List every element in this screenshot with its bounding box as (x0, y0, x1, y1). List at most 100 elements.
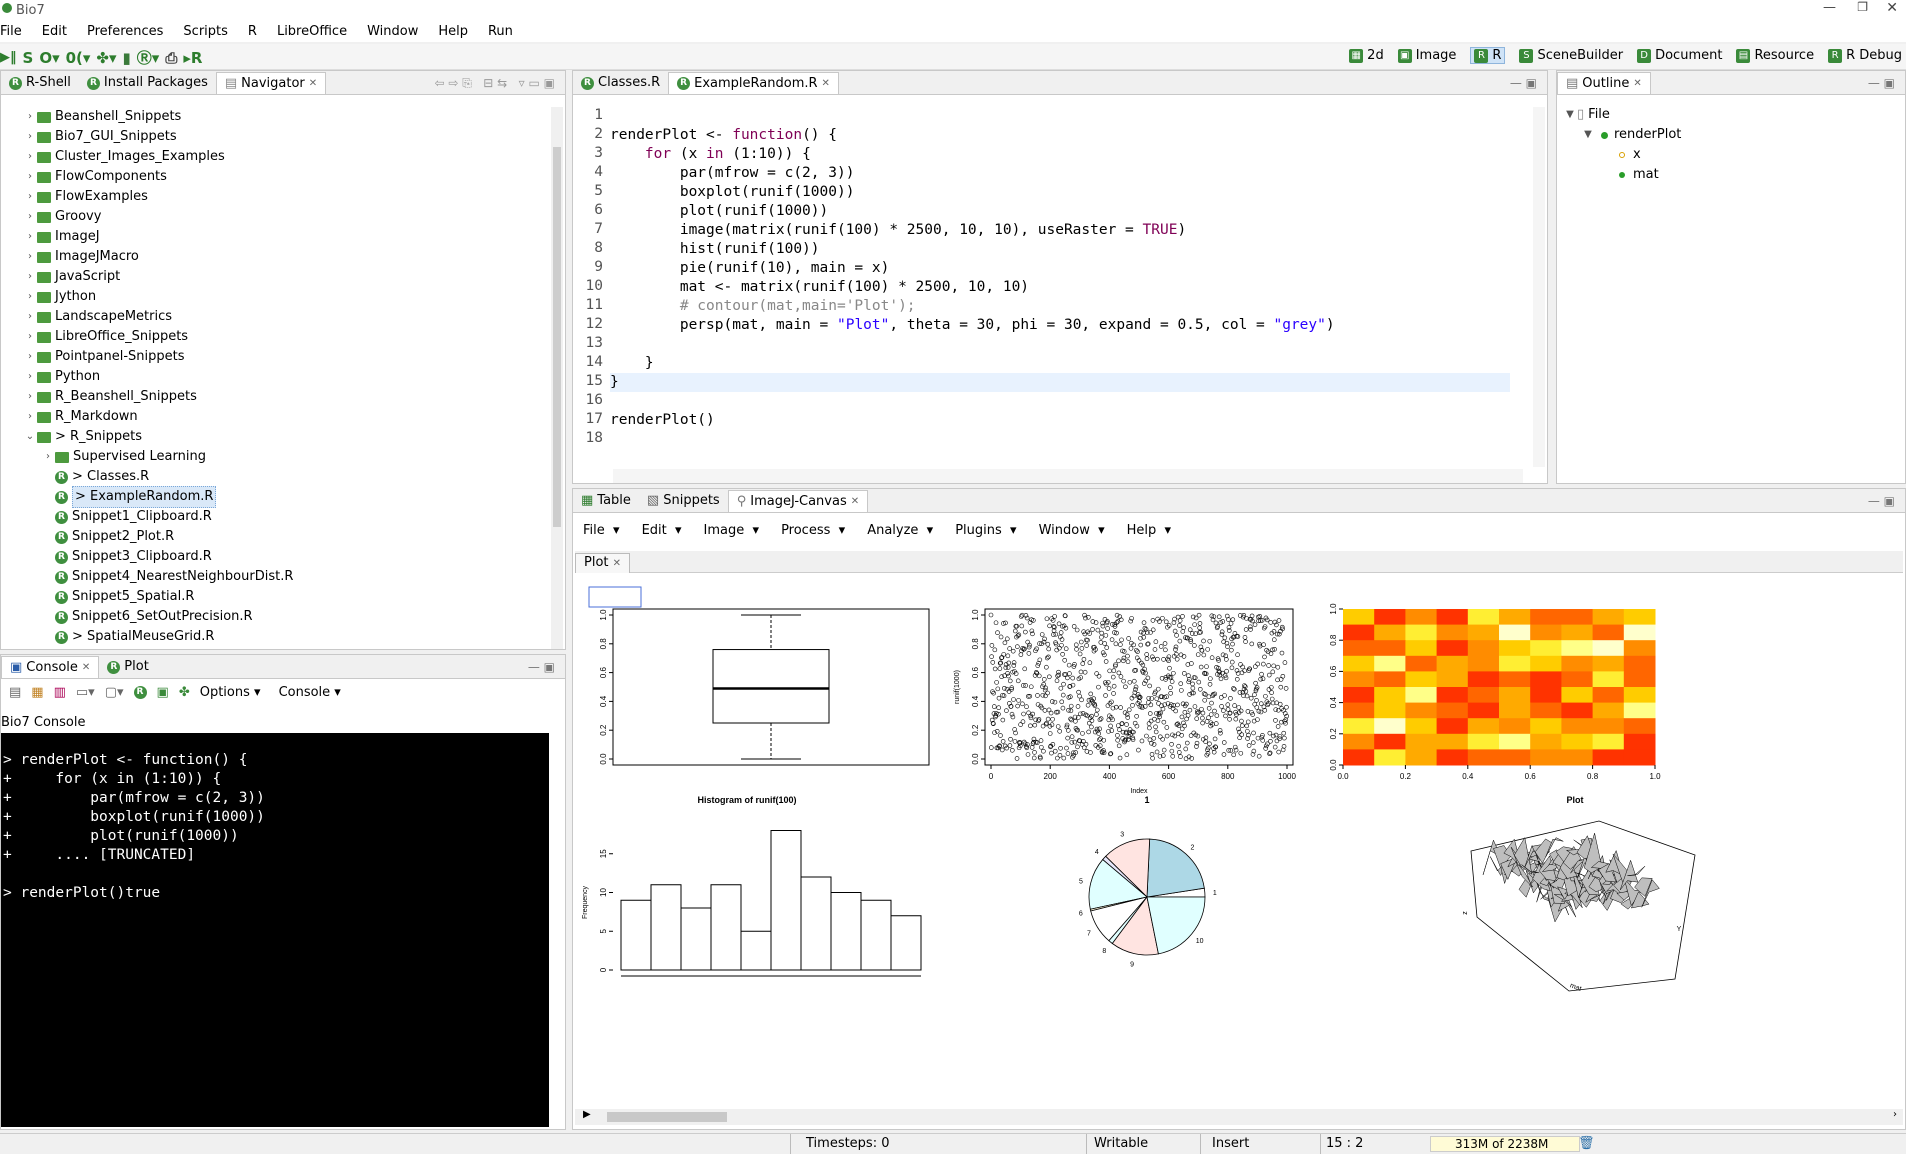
memory-indicator[interactable]: 313M of 2238M (1430, 1136, 1580, 1152)
console-output[interactable]: > renderPlot <- function() {+ for (x in … (1, 733, 549, 1127)
chevron-right-icon[interactable]: › (23, 287, 37, 307)
horizontal-scrollbar[interactable]: ▶ › (575, 1109, 1903, 1125)
chevron-down-icon[interactable]: ▼ (1581, 125, 1595, 145)
menu-r[interactable]: R (238, 22, 267, 42)
ij-menu-help[interactable]: Help ▾ (1127, 523, 1171, 538)
ij-menu-file[interactable]: File ▾ (583, 523, 620, 538)
file-item[interactable]: R > SpatialMeuseGrid.R (41, 627, 214, 645)
clover-icon[interactable]: ✤ (179, 685, 190, 700)
menu-window[interactable]: Window (357, 22, 428, 42)
chevron-right-icon[interactable]: › (23, 247, 37, 267)
ij-menu-plugins[interactable]: Plugins ▾ (955, 523, 1016, 538)
folder-item[interactable]: › Cluster_Images_Examples (23, 147, 225, 167)
vertical-scrollbar[interactable] (1533, 107, 1545, 467)
menu-preferences[interactable]: Preferences (77, 22, 173, 42)
scrollbar-thumb[interactable] (607, 1112, 727, 1122)
tab-outline[interactable]: ▤ Outline ✕ (1557, 72, 1651, 94)
outline-file[interactable]: ▼ ▯ File (1563, 105, 1610, 125)
chevron-right-icon[interactable]: › (23, 387, 37, 407)
minimize-icon[interactable]: — (1823, 0, 1836, 15)
tab-r-shell[interactable]: R R-Shell (1, 72, 79, 94)
file-item[interactable]: R Snippet2_Plot.R (41, 527, 174, 547)
horizontal-scrollbar[interactable] (613, 469, 1523, 483)
folder-item[interactable]: › Beanshell_Snippets (23, 107, 181, 127)
perspective-resource[interactable]: ▤ Resource (1736, 48, 1814, 63)
screen-icon[interactable]: ▭▾ (76, 685, 95, 700)
chevron-right-icon[interactable]: › (23, 147, 37, 167)
ij-menu-window[interactable]: Window ▾ (1039, 523, 1105, 538)
file-item[interactable]: R Snippet3_Clipboard.R (41, 547, 212, 567)
close-icon[interactable]: ✕ (309, 73, 317, 95)
scrollbar-thumb[interactable] (553, 147, 561, 527)
zero-icon[interactable]: O▾ (39, 49, 59, 67)
menu-file[interactable]: File (0, 22, 32, 42)
close-icon[interactable]: ✕ (822, 73, 830, 95)
page-icon[interactable]: ▮ (123, 49, 131, 67)
stop-icon[interactable]: S (23, 49, 34, 67)
close-icon[interactable]: ✕ (1886, 0, 1898, 16)
clear-icon[interactable]: ▤ (9, 685, 21, 700)
step-icon[interactable]: 0(▾ (66, 49, 91, 67)
outline-function[interactable]: ▼ renderPlot (1581, 125, 1681, 145)
perspective-2d[interactable]: ▦ 2d (1349, 48, 1384, 63)
terminal-icon[interactable]: ▣ (157, 685, 169, 700)
tab-snippets[interactable]: ▧ Snippets (639, 490, 728, 512)
close-icon[interactable]: ✕ (851, 491, 859, 513)
close-icon[interactable]: ✕ (82, 657, 90, 679)
tab-classes-r[interactable]: R Classes.R (573, 72, 668, 94)
folder-item[interactable]: › Jython (23, 287, 96, 307)
chevron-right-icon[interactable]: › (23, 327, 37, 347)
folder-item[interactable]: › R_Beanshell_Snippets (23, 387, 197, 407)
tab-console[interactable]: ▣ Console ✕ (1, 656, 100, 679)
chevron-right-icon[interactable]: › (23, 187, 37, 207)
scroll-left-icon[interactable]: ▶ (583, 1109, 591, 1120)
chevron-right-icon[interactable]: › (23, 127, 37, 147)
print-icon[interactable]: ⎙ (165, 49, 177, 67)
tab-imagej-canvas[interactable]: ⚲ ImageJ-Canvas ✕ (727, 490, 869, 513)
folder-item[interactable]: › ImageJ (23, 227, 100, 247)
tab-table[interactable]: ▦ Table (573, 490, 639, 512)
folder-item[interactable]: › JavaScript (23, 267, 120, 287)
clover-icon[interactable]: ✤▾ (96, 49, 116, 67)
folder-item[interactable]: › Supervised Learning (41, 447, 206, 467)
run-icon[interactable]: ▶‖ (0, 50, 17, 65)
chevron-right-icon[interactable]: › (23, 227, 37, 247)
ij-menu-edit[interactable]: Edit ▾ (642, 523, 682, 538)
folder-item[interactable]: › FlowComponents (23, 167, 167, 187)
folder-item[interactable]: › LandscapeMetrics (23, 307, 172, 327)
folder-item[interactable]: › R_Markdown (23, 407, 138, 427)
close-icon[interactable]: ✕ (613, 558, 621, 569)
chevron-right-icon[interactable]: › (41, 447, 55, 467)
file-item[interactable]: R Snippet1_Clipboard.R (41, 507, 212, 527)
r-run-icon[interactable]: Ⓡ▾ (137, 47, 160, 68)
window-icon[interactable]: ▢▾ (105, 685, 124, 700)
folder-item[interactable]: ⌄ > R_Snippets (23, 427, 142, 447)
chevron-right-icon[interactable]: › (23, 347, 37, 367)
chevron-right-icon[interactable]: › (23, 107, 37, 127)
ij-menu-process[interactable]: Process ▾ (781, 523, 845, 538)
folder-item[interactable]: › Groovy (23, 207, 101, 227)
vertical-scrollbar[interactable] (551, 107, 563, 649)
r-icon[interactable]: R (133, 686, 147, 699)
chevron-right-icon[interactable]: › (23, 207, 37, 227)
scroll-right-icon[interactable]: › (1893, 1109, 1897, 1120)
code-editor[interactable]: 1 2 renderPlot <- function() {3 for (x in … (573, 105, 1523, 465)
chevron-right-icon[interactable]: › (23, 367, 37, 387)
perspective-document[interactable]: D Document (1637, 48, 1722, 63)
ij-menu-analyze[interactable]: Analyze ▾ (867, 523, 933, 538)
tab-plot[interactable]: R Plot (99, 656, 157, 678)
view-controls[interactable]: — ▣ (1510, 72, 1547, 94)
perspective-r-debug[interactable]: RR Debug (1828, 48, 1902, 63)
folder-item[interactable]: › Python (23, 367, 100, 387)
chevron-down-icon[interactable]: ⌄ (23, 427, 37, 447)
folder-item[interactable]: › Pointpanel-Snippets (23, 347, 185, 367)
tab-plot-canvas[interactable]: Plot ✕ (575, 553, 631, 573)
view-controls[interactable]: — ▣ (1868, 490, 1905, 512)
folder-item[interactable]: › FlowExamples (23, 187, 148, 207)
console-dropdown[interactable]: Console ▾ (279, 685, 341, 700)
menu-edit[interactable]: Edit (32, 22, 77, 42)
outline-var-x[interactable]: x (1619, 145, 1641, 165)
stop-icon[interactable]: ▥ (54, 685, 66, 700)
export-icon[interactable]: ▦ (31, 685, 43, 700)
view-controls[interactable]: — ▣ (528, 656, 565, 678)
